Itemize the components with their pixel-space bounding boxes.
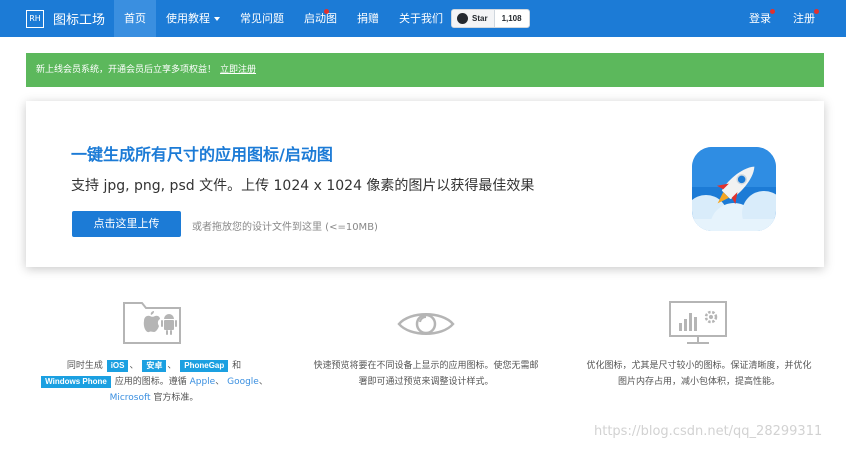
hero-subtitle: 支持 jpg, png, psd 文件。上传 1024 x 1024 像素的图片… (71, 178, 535, 194)
feature-multi-platform-text: 同时生成 iOS、 安卓、 PhoneGap 和 Windows Phone 应… (26, 358, 282, 406)
text-segment: 和 (232, 361, 242, 371)
register-now-link[interactable]: 立即注册 (220, 65, 256, 75)
text-separator: 、 (258, 377, 268, 387)
feature-preview-text: 快速预览将要在不同设备上显示的应用图标。使您无需邮 署即可通过预览来调整设计样式… (290, 358, 562, 390)
alert-text: 新上线会员系统，开通会员后立享多项权益！ (36, 65, 217, 75)
tag-windows-phone: Windows Phone (41, 376, 111, 388)
nav-item-home[interactable]: 首页 (114, 0, 156, 37)
eye-icon (397, 313, 455, 335)
tag-android: 安卓 (142, 360, 167, 372)
nav-item-tutorial-label: 使用教程 (166, 12, 210, 25)
top-navbar: RH 图标工场 首页 使用教程 常见问题 启动图 捐赠 关于我们 Star 1,… (0, 0, 846, 37)
tag-phonegap: PhoneGap (180, 360, 229, 372)
tag-ios: iOS (106, 360, 129, 372)
register-link[interactable]: 注册 (782, 0, 826, 37)
github-star-button[interactable]: Star 1,108 (451, 9, 530, 28)
text-separator: 、 (129, 361, 139, 371)
feature-multi-platform (33, 299, 273, 345)
nav-item-faq[interactable]: 常见问题 (230, 0, 294, 37)
feature-preview-line2: 署即可通过预览来调整设计样式。 (358, 377, 494, 387)
notification-dot (814, 9, 819, 14)
rocket-app-icon (692, 147, 776, 231)
github-star-label: Star (472, 14, 488, 23)
feature-preview (306, 299, 546, 345)
github-icon (457, 13, 468, 24)
nav-item-launch-screen-label: 启动图 (304, 12, 337, 25)
brand-logo-icon: RH (26, 9, 44, 28)
feature-preview-line1: 快速预览将要在不同设备上显示的应用图标。使您无需邮 (313, 361, 539, 371)
promo-alert: 新上线会员系统，开通会员后立享多项权益！ 立即注册 (26, 53, 824, 87)
feature-optimize-text: 优化图标，尤其是尺寸较小的图标。保证清晰度，并优化 图片内存占用，减小包体积，提… (570, 358, 828, 390)
text-segment: 同时生成 (66, 361, 103, 371)
nav-item-about[interactable]: 关于我们 (389, 0, 453, 37)
register-label: 注册 (793, 12, 815, 25)
text-separator: 、 (167, 361, 177, 371)
brand[interactable]: RH 图标工场 (26, 8, 105, 29)
new-badge-dot (324, 9, 329, 14)
hero-title: 一键生成所有尺寸的应用图标/启动图 (71, 145, 333, 164)
microsoft-link[interactable]: Microsoft (110, 393, 151, 403)
feature-multi-platform-line3: Microsoft 官方标准。 (26, 390, 282, 406)
chevron-down-icon (214, 17, 220, 21)
drag-drop-hint: 或者拖放您的设计文件到这里 (<=10MB) (192, 222, 378, 233)
upload-button[interactable]: 点击这里上传 (72, 211, 181, 237)
user-nav: 登录 注册 (738, 0, 826, 37)
google-link[interactable]: Google (227, 377, 259, 387)
github-star[interactable]: Star (452, 10, 495, 27)
folder-apple-android-icon (123, 302, 181, 344)
brand-name: 图标工场 (53, 13, 106, 28)
feature-optimize-line1: 优化图标，尤其是尺寸较小的图标。保证清晰度，并优化 (586, 361, 812, 371)
main-nav: 首页 使用教程 常见问题 启动图 捐赠 关于我们 (114, 0, 453, 37)
feature-optimize (578, 299, 818, 345)
text-segment: 官方标准。 (153, 393, 199, 403)
text-segment: 应用的图标。遵循 (114, 377, 187, 387)
nav-item-donate[interactable]: 捐赠 (347, 0, 389, 37)
github-star-count[interactable]: 1,108 (495, 10, 529, 27)
monitor-chart-gear-icon (669, 301, 727, 344)
feature-multi-platform-line1: 同时生成 iOS、 安卓、 PhoneGap 和 (26, 358, 282, 374)
feature-optimize-line2: 图片内存占用，减小包体积，提高性能。 (617, 377, 780, 387)
text-separator: 、 (215, 377, 225, 387)
notification-dot (770, 9, 775, 14)
watermark: https://blog.csdn.net/qq_28299311 (594, 424, 823, 439)
apple-link[interactable]: Apple (190, 377, 216, 387)
upload-panel[interactable]: 一键生成所有尺寸的应用图标/启动图 支持 jpg, png, psd 文件。上传… (26, 101, 824, 267)
login-label: 登录 (749, 12, 771, 25)
nav-item-tutorial[interactable]: 使用教程 (156, 0, 230, 37)
login-link[interactable]: 登录 (738, 0, 782, 37)
nav-item-launch-screen[interactable]: 启动图 (294, 0, 347, 37)
feature-multi-platform-line2: Windows Phone 应用的图标。遵循 Apple、 Google、 (26, 374, 282, 390)
